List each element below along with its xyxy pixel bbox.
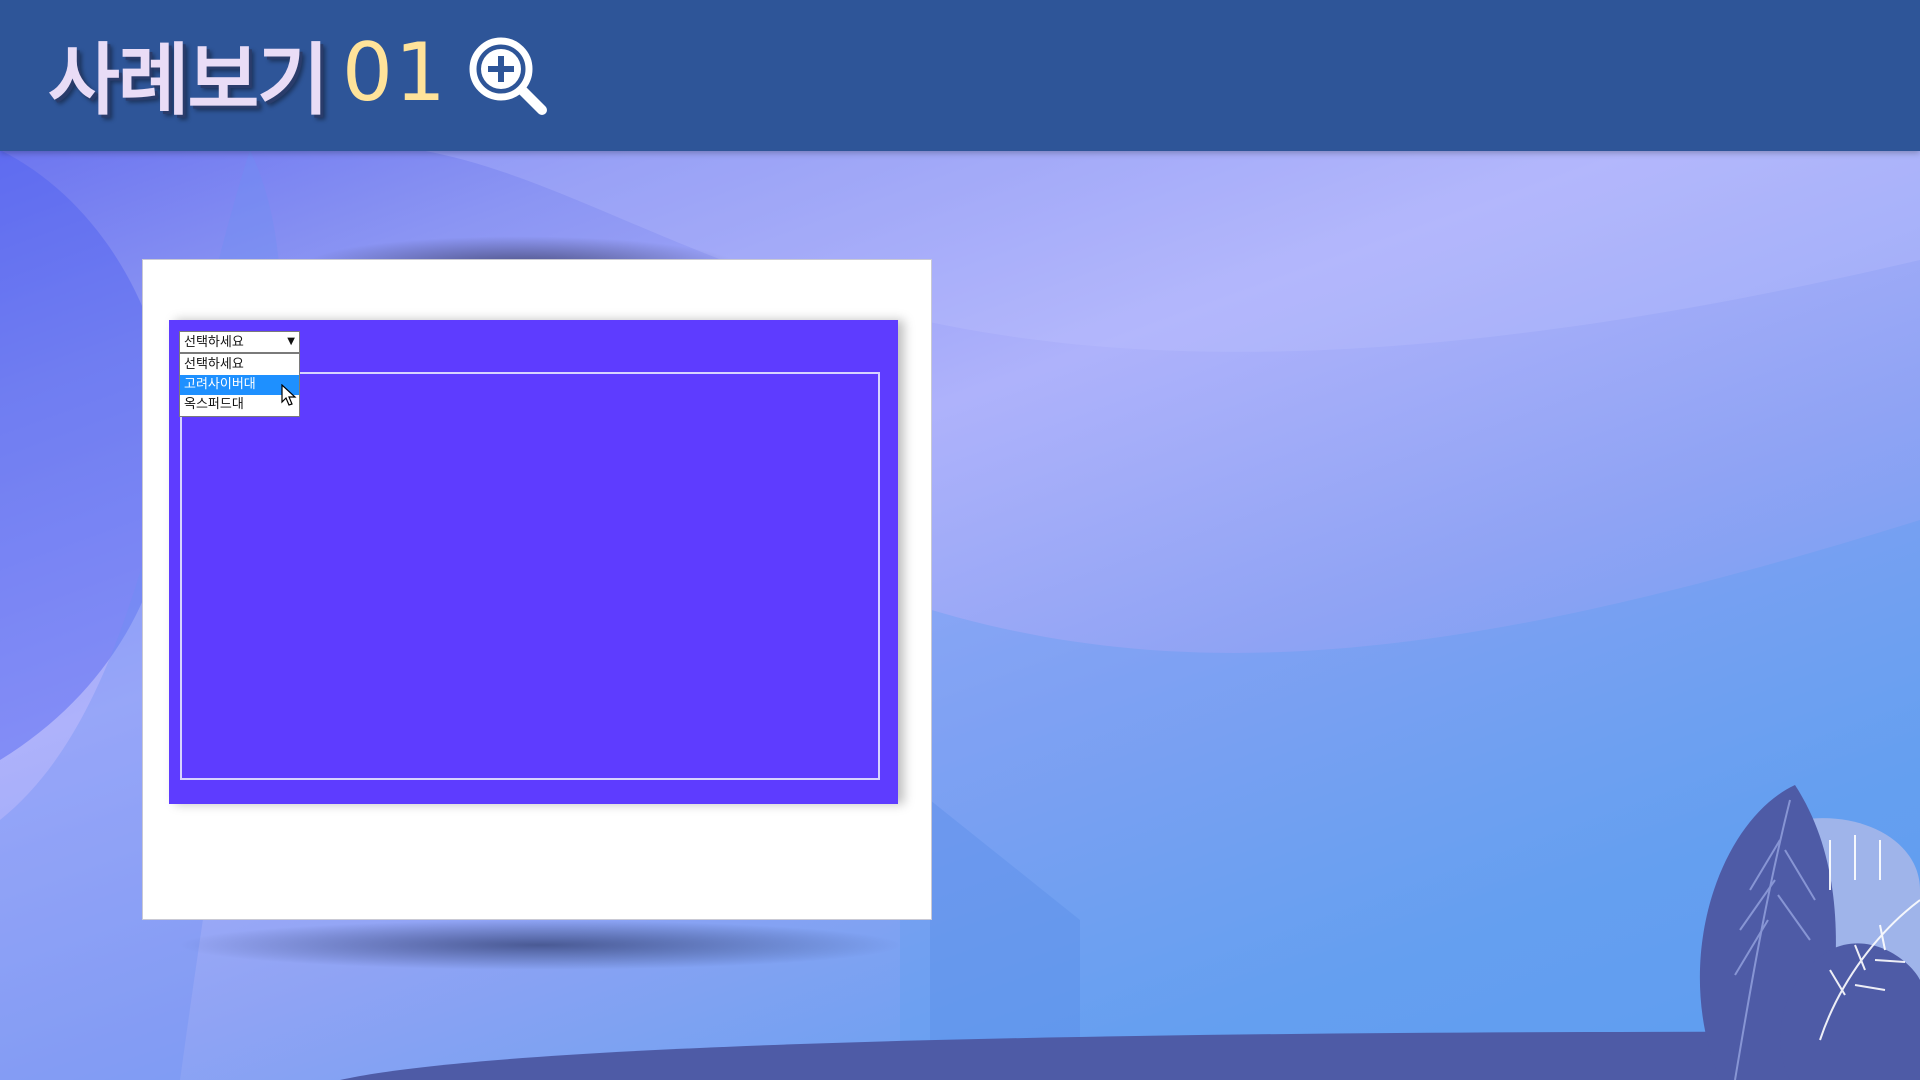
frame-bottom-shadow (175, 920, 905, 970)
slide-page: 사례보기 01 선택하세요 ▼ 선택하세요 고려사이버대 옥스퍼드대 (0, 0, 1920, 1080)
zoom-in-icon[interactable] (466, 34, 550, 118)
university-select[interactable]: 선택하세요 ▼ (179, 331, 300, 353)
page-title-number: 01 (342, 26, 448, 119)
ground-hill (340, 1031, 1920, 1080)
header-bar: 사례보기 01 (0, 0, 1920, 151)
chevron-down-icon: ▼ (287, 336, 295, 347)
dropdown-option[interactable]: 선택하세요 (180, 355, 299, 375)
content-box (180, 372, 880, 780)
mouse-pointer-icon (281, 384, 297, 406)
leaf-decoration (1699, 785, 1920, 1080)
page-title: 사례보기 (48, 35, 329, 126)
select-current-value: 선택하세요 (184, 335, 244, 350)
